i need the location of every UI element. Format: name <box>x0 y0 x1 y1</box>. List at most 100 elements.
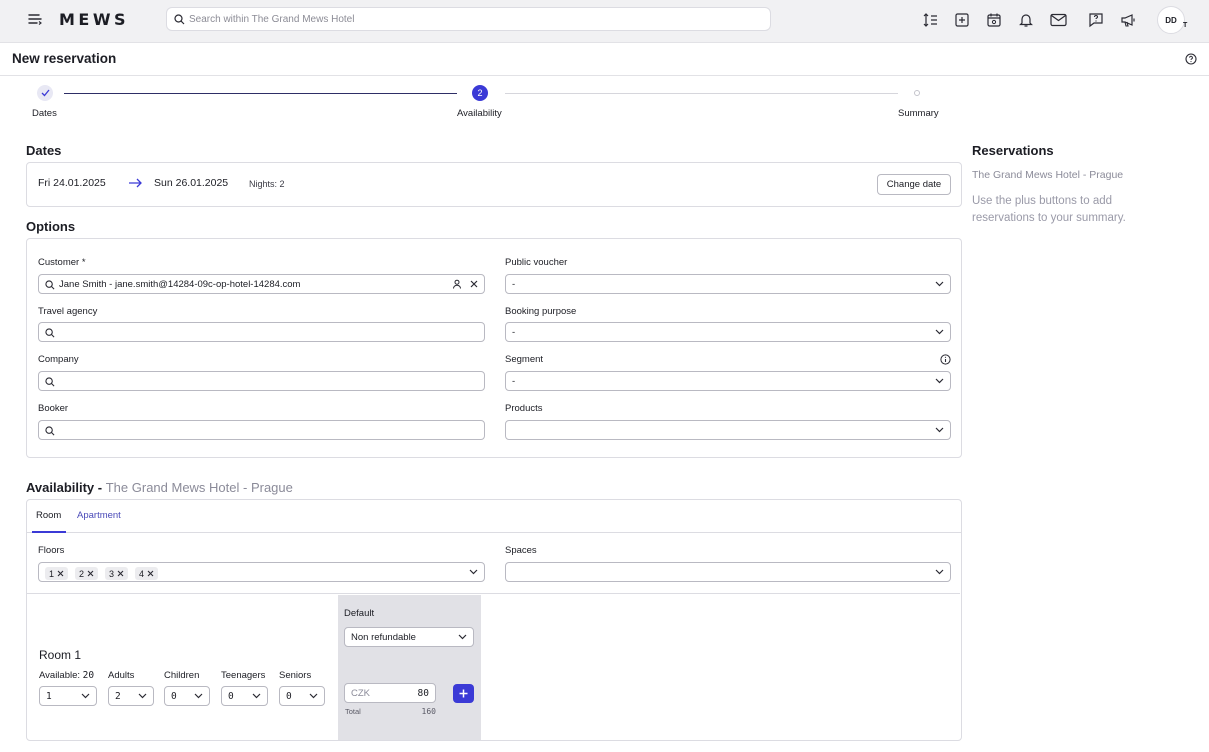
sort-icon[interactable] <box>921 11 939 29</box>
dates-card: Fri 24.01.2025 Sun 26.01.2025 Nights: 2 … <box>26 162 962 207</box>
search-input[interactable] <box>189 8 759 30</box>
user-avatar[interactable]: DD <box>1157 6 1185 34</box>
adults-value: 2 <box>115 691 121 702</box>
seniors-value: 0 <box>286 691 292 702</box>
chevron-down-icon <box>138 693 147 699</box>
close-icon[interactable] <box>147 570 154 577</box>
customer-label: Customer * <box>38 257 86 268</box>
travel-agency-field[interactable] <box>38 322 485 342</box>
chevron-down-icon <box>935 569 944 575</box>
children-select[interactable]: 0 <box>164 686 210 706</box>
step-dates-label[interactable]: Dates <box>32 108 57 119</box>
booking-purpose-select[interactable]: - <box>505 322 951 342</box>
menu-icon[interactable] <box>28 12 44 28</box>
bell-icon[interactable] <box>1017 11 1035 29</box>
floor-chip[interactable]: 2 <box>75 567 99 580</box>
floor-chip[interactable]: 4 <box>135 567 159 580</box>
tab-apartment[interactable]: Apartment <box>77 510 121 521</box>
total-label: Total <box>345 707 361 716</box>
company-field[interactable] <box>38 371 485 391</box>
chevron-down-icon <box>194 693 203 699</box>
available-label: Available: 20 <box>39 670 94 681</box>
spaces-select[interactable] <box>505 562 951 582</box>
price-input[interactable]: CZK 80 <box>344 683 436 703</box>
close-icon[interactable] <box>117 570 124 577</box>
page-title: New reservation <box>12 51 117 66</box>
products-select[interactable] <box>505 420 951 440</box>
change-date-button[interactable]: Change date <box>877 174 951 195</box>
public-voucher-select[interactable]: - <box>505 274 951 294</box>
global-search[interactable] <box>166 7 771 31</box>
chevron-down-icon <box>935 378 944 384</box>
room-count-select[interactable]: 1 <box>39 686 97 706</box>
children-value: 0 <box>171 691 177 702</box>
search-icon <box>45 328 55 338</box>
clear-icon[interactable] <box>469 279 479 292</box>
step-availability-number[interactable]: 2 <box>472 85 488 101</box>
segment-select[interactable]: - <box>505 371 951 391</box>
room-name: Room 1 <box>39 648 82 662</box>
availability-tabs: Room Apartment <box>27 500 961 533</box>
mail-icon[interactable] <box>1049 11 1067 29</box>
tab-room[interactable]: Room <box>36 510 61 521</box>
person-icon[interactable] <box>452 279 462 292</box>
teenagers-select[interactable]: 0 <box>221 686 268 706</box>
step-summary-dot[interactable] <box>914 90 920 96</box>
chevron-down-icon <box>469 569 478 575</box>
floor-chip[interactable]: 1 <box>45 567 69 580</box>
step-availability-label[interactable]: Availability <box>457 108 502 119</box>
avatar-badge: T <box>1183 22 1188 29</box>
info-icon[interactable] <box>940 354 951 368</box>
help-circle-icon[interactable] <box>1185 53 1197 68</box>
seniors-select[interactable]: 0 <box>279 686 325 706</box>
help-chat-icon[interactable] <box>1087 11 1105 29</box>
children-label: Children <box>164 670 200 681</box>
chevron-down-icon <box>935 281 944 287</box>
booker-field[interactable] <box>38 420 485 440</box>
room-count-value: 1 <box>46 691 52 702</box>
step-summary-label[interactable]: Summary <box>898 108 939 119</box>
add-room-button[interactable] <box>453 684 474 703</box>
calendar-view-icon[interactable] <box>985 11 1003 29</box>
booker-label: Booker <box>38 403 69 414</box>
adults-select[interactable]: 2 <box>108 686 154 706</box>
customer-field[interactable]: Jane Smith - jane.smith@14284-09c-op-hot… <box>38 274 485 294</box>
search-icon <box>45 280 55 290</box>
reservations-title: Reservations <box>972 143 1054 158</box>
app-logo[interactable]: MEWS <box>59 10 129 29</box>
room-row <box>27 593 960 739</box>
floor-chip[interactable]: 3 <box>105 567 129 580</box>
travel-agency-label: Travel agency <box>38 306 98 317</box>
segment-value: - <box>512 376 516 387</box>
chevron-down-icon <box>458 634 467 640</box>
plus-icon <box>459 689 468 698</box>
chevron-down-icon <box>252 693 261 699</box>
options-card: Customer * Jane Smith - jane.smith@14284… <box>26 238 962 458</box>
booking-purpose-value: - <box>512 327 516 338</box>
public-voucher-label: Public voucher <box>505 257 568 268</box>
close-icon[interactable] <box>57 570 64 577</box>
floor-chip-label: 3 <box>109 568 115 579</box>
public-voucher-value: - <box>512 279 516 290</box>
reservation-stepper: 2 Dates Availability Summary <box>0 84 960 124</box>
top-bar: MEWS DD T <box>0 0 1209 43</box>
floors-select[interactable]: 1 2 3 4 <box>38 562 485 582</box>
chevron-down-icon <box>81 693 90 699</box>
availability-title: Availability - <box>26 480 103 495</box>
close-icon[interactable] <box>87 570 94 577</box>
options-section-title: Options <box>26 219 76 234</box>
adults-label: Adults <box>108 670 135 681</box>
reservations-hotel: The Grand Mews Hotel - Prague <box>972 169 1124 181</box>
search-icon <box>45 377 55 387</box>
step-dates-check[interactable] <box>37 85 53 101</box>
company-label: Company <box>38 354 79 365</box>
search-icon <box>174 14 185 25</box>
search-icon <box>45 426 55 436</box>
megaphone-icon[interactable] <box>1119 11 1137 29</box>
chevron-down-icon <box>935 329 944 335</box>
available-text: Available: <box>39 670 81 681</box>
add-reservation-icon[interactable] <box>953 11 971 29</box>
segment-label: Segment <box>505 354 544 365</box>
total-value: 160 <box>421 707 436 716</box>
rate-select[interactable]: Non refundable <box>344 627 474 647</box>
